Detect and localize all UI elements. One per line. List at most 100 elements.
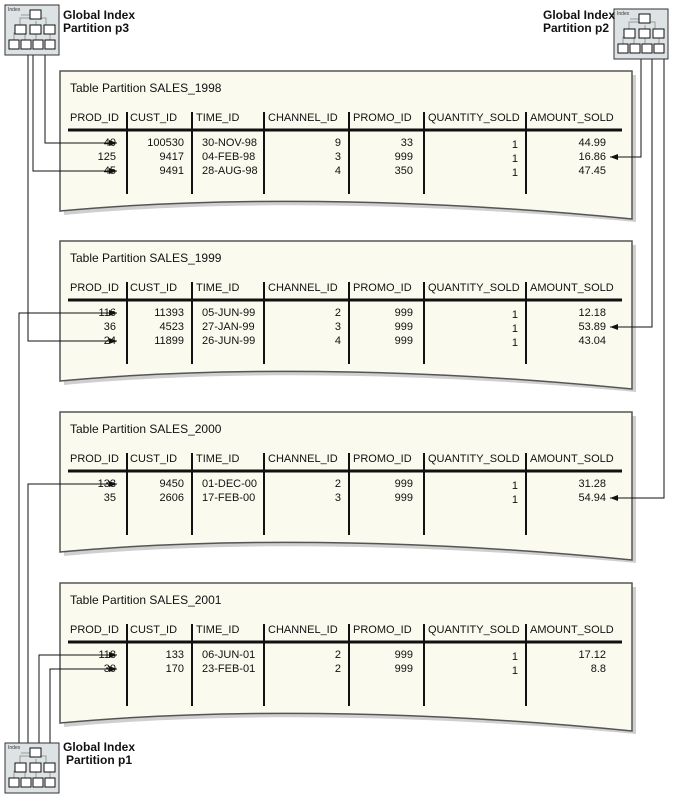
- column-header: TIME_ID: [196, 624, 240, 636]
- column-header: PROMO_ID: [353, 624, 412, 636]
- table-cell: 9491: [159, 165, 184, 177]
- table-cell: 45: [103, 165, 116, 177]
- column-header: CUST_ID: [130, 282, 178, 294]
- table-cell: 28-AUG-98: [202, 165, 258, 177]
- table-cell: 36: [103, 321, 116, 333]
- table-cell: 9450: [159, 478, 184, 490]
- table-cell: 30: [103, 663, 116, 675]
- table-cell: 01-DEC-00: [202, 478, 258, 490]
- table-cell: 47.45: [578, 165, 606, 177]
- table-cell: 3: [334, 151, 341, 163]
- table-cell: 1: [511, 337, 518, 349]
- column-header: CUST_ID: [130, 624, 178, 636]
- table-cell: 125: [97, 151, 116, 163]
- table-cell: 350: [394, 165, 413, 177]
- index-label-line2: Partition p1: [66, 753, 133, 767]
- column-header: AMOUNT_SOLD: [530, 112, 614, 124]
- table-cell: 999: [394, 307, 413, 319]
- table-cell: 9417: [159, 151, 184, 163]
- table-cell: 11899: [154, 335, 184, 347]
- column-header: AMOUNT_SOLD: [530, 282, 614, 294]
- column-header: PROD_ID: [70, 624, 119, 636]
- table-cell: 4: [334, 165, 341, 177]
- column-header: AMOUNT_SOLD: [530, 453, 614, 465]
- table-cell: 1: [511, 323, 518, 335]
- table-cell: 1: [511, 651, 518, 663]
- column-header: PROMO_ID: [353, 112, 412, 124]
- table-cell: 12.18: [578, 307, 606, 319]
- table-cell: 999: [394, 478, 413, 490]
- index-label-line2: Partition p3: [63, 21, 130, 35]
- table-cell: 11393: [154, 307, 184, 319]
- table-cell: 133: [97, 478, 116, 490]
- table-cell: 1: [511, 665, 518, 677]
- table-cell: 116: [98, 307, 116, 319]
- index-icon-label: Index: [8, 7, 21, 13]
- column-header: QUANTITY_SOLD: [428, 453, 520, 465]
- column-header: CHANNEL_ID: [268, 453, 338, 465]
- partition-title: Table Partition SALES_2001: [70, 593, 222, 607]
- table-cell: 170: [165, 663, 184, 675]
- table-cell: 999: [394, 649, 413, 661]
- table-cell: 2606: [159, 492, 184, 504]
- table-cell: 30-NOV-98: [202, 137, 258, 149]
- table-cell: 3: [334, 321, 341, 333]
- table-cell: 17.12: [578, 649, 606, 661]
- index-label-line2: Partition p2: [543, 21, 610, 35]
- index-tree-icon: Index: [613, 8, 669, 60]
- table-cell: 33: [400, 137, 413, 149]
- table-cell: 2: [334, 478, 341, 490]
- table-cell: 8.8: [590, 663, 606, 675]
- table-cell: 54.94: [578, 492, 606, 504]
- column-header: PROMO_ID: [353, 453, 412, 465]
- table-cell: 118: [98, 649, 116, 661]
- table-cell: 999: [394, 151, 413, 163]
- table-cell: 35: [103, 492, 116, 504]
- table-cell: 04-FEB-98: [202, 151, 256, 163]
- table-cell: 133: [165, 649, 184, 661]
- table-cell: 40: [103, 137, 116, 149]
- column-header: CHANNEL_ID: [268, 624, 338, 636]
- column-header: PROD_ID: [70, 453, 119, 465]
- table-cell: 4523: [159, 321, 184, 333]
- column-header: CUST_ID: [130, 453, 178, 465]
- table-cell: 1: [511, 309, 518, 321]
- index-icon-label: Index: [617, 11, 630, 17]
- partition-title: Table Partition SALES_1999: [70, 251, 222, 265]
- table-cell: 999: [394, 663, 413, 675]
- table-cell: 06-JUN-01: [202, 649, 256, 661]
- column-header: PROD_ID: [70, 112, 119, 124]
- table-cell: 1: [511, 480, 518, 492]
- table-cell: 27-JAN-99: [202, 321, 255, 333]
- table-cell: 31.28: [578, 478, 606, 490]
- table-cell: 999: [394, 335, 413, 347]
- column-header: QUANTITY_SOLD: [428, 282, 520, 294]
- column-header: PROMO_ID: [353, 282, 412, 294]
- table-cell: 05-JUN-99: [202, 307, 256, 319]
- column-header: QUANTITY_SOLD: [428, 112, 520, 124]
- table-cell: 3: [334, 492, 341, 504]
- column-header: TIME_ID: [196, 112, 240, 124]
- table-cell: 1: [511, 153, 518, 165]
- column-header: CHANNEL_ID: [268, 282, 338, 294]
- table-cell: 999: [394, 492, 413, 504]
- column-header: TIME_ID: [196, 453, 240, 465]
- partition-title: Table Partition SALES_1998: [70, 81, 222, 95]
- table-cell: 43.04: [578, 335, 606, 347]
- table-cell: 26-JUN-99: [202, 335, 256, 347]
- column-header: TIME_ID: [196, 282, 240, 294]
- column-header: QUANTITY_SOLD: [428, 624, 520, 636]
- table-cell: 1: [511, 139, 518, 151]
- table-cell: 16.86: [578, 151, 606, 163]
- column-header: CUST_ID: [130, 112, 178, 124]
- table-cell: 4: [334, 335, 341, 347]
- index-tree-icon: Index: [4, 742, 60, 794]
- table-cell: 9: [334, 137, 341, 149]
- column-header: PROD_ID: [70, 282, 119, 294]
- table-cell: 17-FEB-00: [202, 492, 256, 504]
- table-cell: 44.99: [578, 137, 606, 149]
- table-cell: 23-FEB-01: [202, 663, 256, 675]
- index-tree-icon: Index: [4, 4, 60, 56]
- table-cell: 2: [334, 649, 341, 661]
- index-icon-label: Index: [8, 745, 21, 751]
